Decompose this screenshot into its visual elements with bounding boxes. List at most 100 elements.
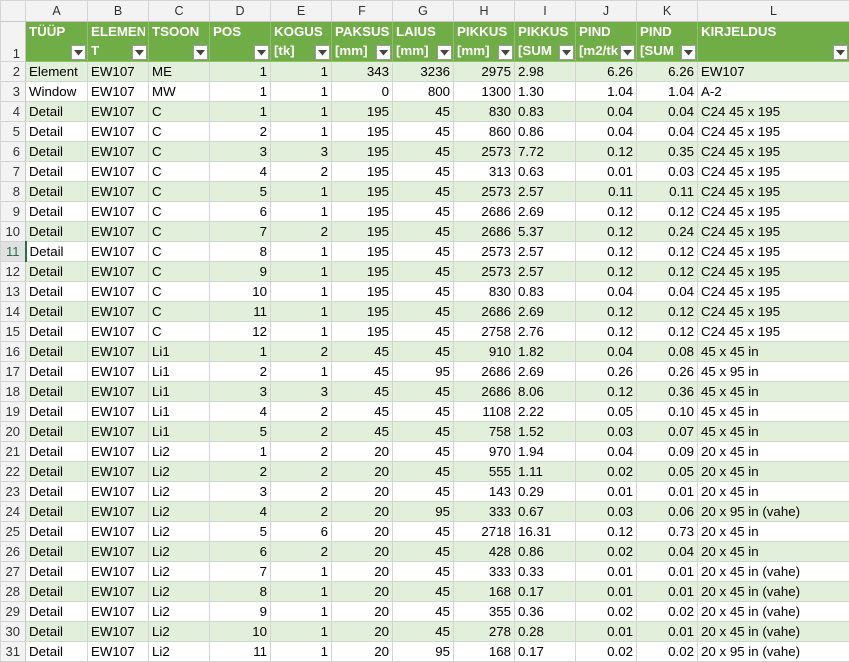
cell-j[interactable]: 0.01 [575,481,637,502]
cell-h[interactable]: 333 [453,501,515,522]
cell-h[interactable]: 2573 [453,241,515,262]
cell-e[interactable]: 1 [270,581,332,602]
cell-a[interactable]: Detail [25,261,88,282]
cell-c[interactable]: Li2 [148,481,210,502]
filter-dropdown-icon[interactable] [376,45,391,60]
row-number[interactable]: 20 [0,421,26,442]
cell-h[interactable]: 2573 [453,141,515,162]
row-number[interactable]: 26 [0,541,26,562]
row-number[interactable]: 31 [0,641,26,662]
header-cell-b[interactable]: ELEMEN T [87,21,149,62]
row-number[interactable]: 14 [0,301,26,322]
cell-f[interactable]: 195 [331,301,393,322]
cell-l[interactable]: C24 45 x 195 [697,161,849,182]
cell-d[interactable]: 7 [209,561,271,582]
cell-k[interactable]: 0.08 [636,341,698,362]
cell-f[interactable]: 195 [331,141,393,162]
cell-k[interactable]: 0.01 [636,581,698,602]
cell-j[interactable]: 0.05 [575,401,637,422]
cell-j[interactable]: 0.02 [575,461,637,482]
filter-dropdown-icon[interactable] [71,45,86,60]
cell-d[interactable]: 4 [209,501,271,522]
filter-dropdown-icon[interactable] [620,45,635,60]
cell-g[interactable]: 45 [392,381,454,402]
cell-h[interactable]: 355 [453,601,515,622]
cell-l[interactable]: 45 x 45 in [697,381,849,402]
cell-f[interactable]: 20 [331,541,393,562]
cell-j[interactable]: 0.11 [575,181,637,202]
cell-g[interactable]: 45 [392,281,454,302]
cell-g[interactable]: 45 [392,101,454,122]
cell-d[interactable]: 12 [209,321,271,342]
cell-h[interactable]: 830 [453,101,515,122]
cell-e[interactable]: 2 [270,441,332,462]
cell-e[interactable]: 2 [270,481,332,502]
cell-l[interactable]: C24 45 x 195 [697,141,849,162]
cell-c[interactable]: Li2 [148,441,210,462]
cell-b[interactable]: EW107 [87,101,149,122]
cell-h[interactable]: 143 [453,481,515,502]
cell-f[interactable]: 195 [331,261,393,282]
cell-d[interactable]: 10 [209,621,271,642]
cell-a[interactable]: Window [25,81,88,102]
cell-b[interactable]: EW107 [87,641,149,662]
cell-b[interactable]: EW107 [87,541,149,562]
cell-k[interactable]: 0.06 [636,501,698,522]
cell-b[interactable]: EW107 [87,621,149,642]
cell-g[interactable]: 45 [392,421,454,442]
cell-f[interactable]: 20 [331,601,393,622]
cell-l[interactable]: 45 x 45 in [697,341,849,362]
cell-i[interactable]: 0.17 [514,641,576,662]
header-cell-f[interactable]: PAKSUS [mm] [331,21,393,62]
cell-b[interactable]: EW107 [87,281,149,302]
header-cell-d[interactable]: POS [209,21,271,62]
cell-c[interactable]: C [148,301,210,322]
cell-j[interactable]: 0.12 [575,201,637,222]
filter-dropdown-icon[interactable] [681,45,696,60]
cell-g[interactable]: 45 [392,581,454,602]
header-cell-e[interactable]: KOGUS [tk] [270,21,332,62]
cell-c[interactable]: C [148,201,210,222]
cell-h[interactable]: 2573 [453,261,515,282]
cell-e[interactable]: 1 [270,281,332,302]
cell-c[interactable]: Li2 [148,501,210,522]
cell-j[interactable]: 6.26 [575,61,637,82]
cell-a[interactable]: Detail [25,161,88,182]
cell-d[interactable]: 11 [209,641,271,662]
cell-a[interactable]: Detail [25,421,88,442]
cell-c[interactable]: Li1 [148,381,210,402]
cell-f[interactable]: 20 [331,501,393,522]
cell-f[interactable]: 195 [331,201,393,222]
cell-b[interactable]: EW107 [87,381,149,402]
cell-e[interactable]: 1 [270,241,332,262]
cell-e[interactable]: 1 [270,361,332,382]
cell-a[interactable]: Detail [25,581,88,602]
row-number[interactable]: 16 [0,341,26,362]
cell-i[interactable]: 2.57 [514,181,576,202]
cell-a[interactable]: Detail [25,541,88,562]
row-number[interactable]: 6 [0,141,26,162]
cell-a[interactable]: Detail [25,221,88,242]
cell-d[interactable]: 2 [209,461,271,482]
cell-c[interactable]: C [148,141,210,162]
cell-i[interactable]: 2.57 [514,241,576,262]
row-number[interactable]: 23 [0,481,26,502]
cell-l[interactable]: 20 x 45 in (vahe) [697,601,849,622]
cell-e[interactable]: 1 [270,321,332,342]
cell-d[interactable]: 7 [209,221,271,242]
cell-l[interactable]: C24 45 x 195 [697,181,849,202]
cell-c[interactable]: C [148,241,210,262]
cell-c[interactable]: Li2 [148,641,210,662]
row-number[interactable]: 11 [0,241,27,262]
cell-d[interactable]: 1 [209,101,271,122]
cell-d[interactable]: 1 [209,81,271,102]
cell-b[interactable]: EW107 [87,401,149,422]
row-number[interactable]: 10 [0,221,26,242]
cell-d[interactable]: 4 [209,401,271,422]
cell-e[interactable]: 1 [270,81,332,102]
cell-j[interactable]: 0.26 [575,361,637,382]
cell-a[interactable]: Detail [25,321,88,342]
cell-k[interactable]: 0.10 [636,401,698,422]
cell-h[interactable]: 2686 [453,201,515,222]
cell-c[interactable]: Li2 [148,561,210,582]
